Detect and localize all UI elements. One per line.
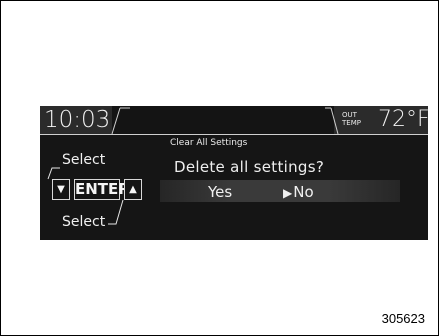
clock: 10:03 xyxy=(44,107,111,133)
select-callout-bottom: Select xyxy=(62,214,106,230)
option-yes[interactable]: Yes xyxy=(208,183,232,201)
outside-temperature-label-line1: OUT xyxy=(342,111,357,119)
down-button[interactable]: ▼ xyxy=(52,179,70,200)
outside-temperature-label: OUT TEMP xyxy=(342,111,361,127)
confirmation-question: Delete all settings? xyxy=(174,158,325,176)
option-no-label: No xyxy=(293,183,314,201)
figure-number: 305623 xyxy=(381,311,425,326)
enter-button[interactable]: ENTER xyxy=(74,179,130,200)
selection-marker-icon: ▶ xyxy=(283,186,293,200)
enter-button-label: ENTER xyxy=(75,180,130,198)
screen-title: Clear All Settings xyxy=(170,138,248,148)
option-yes-label: Yes xyxy=(208,183,233,201)
outside-temperature: 72°F xyxy=(378,107,430,132)
outside-temperature-label-line2: TEMP xyxy=(342,119,361,127)
select-callout-top: Select xyxy=(62,152,106,168)
up-button[interactable]: ▲ xyxy=(124,179,142,200)
answer-selection-bar xyxy=(160,180,400,202)
triangle-up-icon: ▲ xyxy=(129,184,137,195)
option-no[interactable]: ▶No xyxy=(283,183,314,201)
triangle-down-icon: ▼ xyxy=(57,184,65,195)
